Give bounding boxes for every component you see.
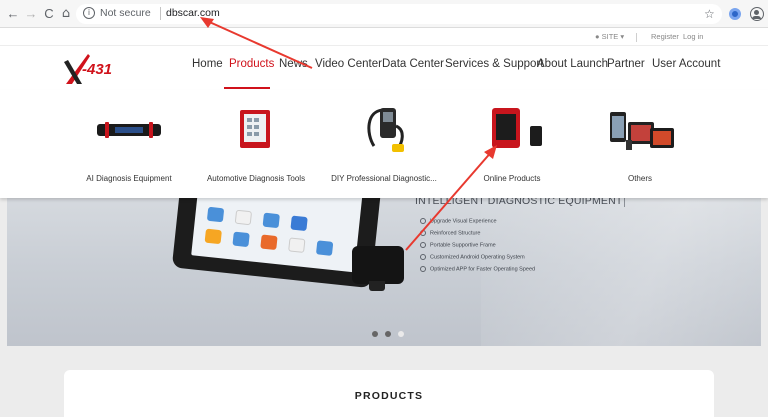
nav-partner[interactable]: Partner (607, 58, 645, 70)
feature-text: Optimized APP for Faster Operating Speed (430, 266, 536, 273)
others-devices-image (610, 112, 674, 150)
info-icon[interactable]: i (83, 7, 95, 19)
utility-separator (636, 33, 637, 42)
back-arrow-icon[interactable]: ← (6, 6, 20, 22)
account-icon[interactable] (750, 7, 764, 21)
ai-device-image (97, 122, 161, 138)
products-heading: PRODUCTS (354, 390, 424, 402)
nav-about-launch[interactable]: About Launch (537, 58, 608, 70)
reload-icon[interactable]: C (42, 6, 56, 22)
brand-logo[interactable]: -431 (60, 48, 140, 88)
utility-bar: ● SITE ▾ Register Log in (0, 28, 768, 46)
category-label: Online Products (483, 174, 541, 183)
category-diy-diagnostic[interactable]: DIY Professional Diagnostic... (320, 90, 448, 198)
login-link[interactable]: Log in (683, 32, 703, 41)
category-others[interactable]: Others (576, 90, 704, 198)
security-label: Not secure (100, 7, 151, 19)
feature-text: Upgrade Visual Experience (430, 218, 497, 225)
extension-icon[interactable] (729, 8, 741, 20)
category-label: Others (627, 174, 652, 183)
site-header: -431 Home Products News Video Center Dat… (0, 46, 768, 90)
feature-text: Reinforced Structure (430, 230, 481, 237)
active-nav-indicator (224, 87, 270, 89)
online-device-image (492, 108, 542, 148)
hero-feature: Portable Supportive Frame (420, 242, 496, 248)
feature-icon (420, 218, 426, 224)
feature-icon (420, 254, 426, 260)
browser-toolbar: ← → C ⌂ i Not secure dbscar.com ☆ (0, 0, 768, 28)
category-label: AI Diagnosis Equipment (86, 174, 172, 183)
nav-user-account[interactable]: User Account (652, 58, 720, 70)
feature-text: Customized Android Operating System (430, 254, 525, 261)
category-online-products[interactable]: Online Products (448, 90, 576, 198)
home-icon[interactable]: ⌂ (59, 6, 73, 22)
automotive-tablet-image (240, 110, 270, 148)
tablet-screen (191, 188, 364, 273)
nav-news[interactable]: News (279, 58, 308, 70)
hero-banner[interactable]: INTELLIGENT DIAGNOSTIC EQUIPMENT Upgrade… (7, 188, 761, 346)
logo-text: -431 (82, 61, 113, 78)
vci-plug (369, 281, 385, 291)
nav-video-center[interactable]: Video Center (315, 58, 382, 70)
category-label: Automotive Diagnosis Tools (206, 174, 306, 183)
globe-icon: ● (595, 32, 600, 41)
feature-text: Portable Supportive Frame (430, 242, 496, 249)
carousel-dot[interactable] (385, 331, 391, 337)
address-separator (160, 7, 161, 20)
nav-services-support[interactable]: Services & Support (445, 58, 543, 70)
diy-scanner-image (367, 108, 404, 152)
hero-feature: Customized Android Operating System (420, 254, 525, 260)
feature-icon (420, 230, 426, 236)
category-label: DIY Professional Diagnostic... (331, 174, 437, 183)
feature-icon (420, 266, 426, 272)
category-automotive-tools[interactable]: Automotive Diagnosis Tools (192, 90, 320, 198)
carousel-dot[interactable] (372, 331, 378, 337)
vci-connector-image (352, 246, 404, 284)
products-dropdown: AI Diagnosis Equipment Automotive Diagno… (0, 90, 768, 198)
address-bar[interactable]: i Not secure dbscar.com (76, 4, 722, 24)
site-selector[interactable]: ● SITE ▾ (595, 32, 624, 41)
site-label: SITE (601, 32, 619, 41)
hero-feature: Optimized APP for Faster Operating Speed (420, 266, 535, 272)
tablet-device-image (171, 188, 383, 289)
register-link[interactable]: Register (651, 32, 679, 41)
category-ai-diagnosis[interactable]: AI Diagnosis Equipment (65, 90, 193, 198)
forward-arrow-icon[interactable]: → (24, 6, 38, 22)
hero-feature: Upgrade Visual Experience (420, 218, 497, 224)
url-text[interactable]: dbscar.com (166, 7, 220, 19)
nav-data-center[interactable]: Data Center (382, 58, 444, 70)
star-icon[interactable]: ☆ (704, 7, 715, 21)
feature-icon (420, 242, 426, 248)
nav-home[interactable]: Home (192, 58, 223, 70)
products-section: PRODUCTS (64, 370, 714, 417)
nav-products[interactable]: Products (229, 58, 274, 70)
carousel-dot[interactable] (398, 331, 404, 337)
hero-feature: Reinforced Structure (420, 230, 480, 236)
